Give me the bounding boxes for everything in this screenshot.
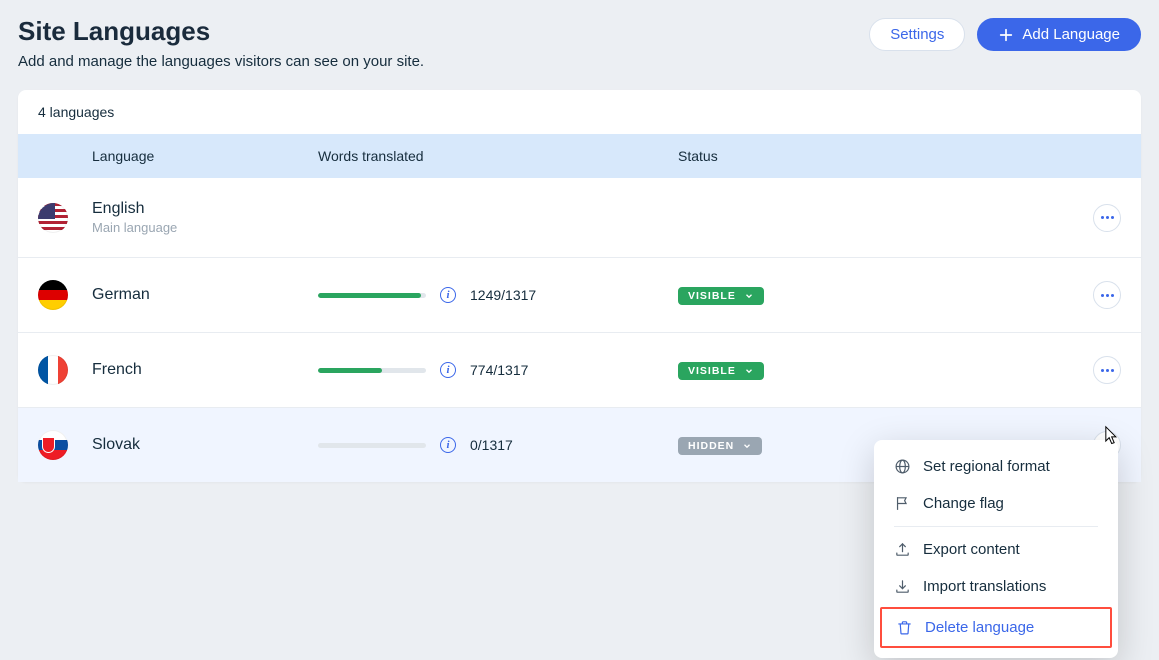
translated-count: 1249/1317 xyxy=(470,287,536,303)
import-icon xyxy=(894,578,911,595)
languages-card: 4 languages Language Words translated St… xyxy=(18,90,1141,482)
info-icon[interactable]: i xyxy=(440,437,456,453)
flag-icon xyxy=(38,280,68,310)
status-badge[interactable]: VISIBLE xyxy=(678,362,764,380)
translated-count: 0/1317 xyxy=(470,437,513,453)
menu-item-label: Delete language xyxy=(925,619,1034,636)
language-name: German xyxy=(92,286,318,304)
dots-icon xyxy=(1101,294,1114,297)
plus-icon xyxy=(998,27,1014,43)
table-row: French i 774/1317 VISIBLE xyxy=(18,333,1141,408)
page-subtitle: Add and manage the languages visitors ca… xyxy=(18,53,424,70)
status-label: HIDDEN xyxy=(688,440,734,452)
flag-icon xyxy=(38,355,68,385)
globe-icon xyxy=(894,458,911,475)
language-name: French xyxy=(92,361,318,379)
progress-bar xyxy=(318,443,426,448)
menu-change-flag[interactable]: Change flag xyxy=(874,485,1118,522)
dots-icon xyxy=(1101,216,1114,219)
menu-separator xyxy=(894,526,1098,527)
add-language-button[interactable]: Add Language xyxy=(977,18,1141,51)
column-words: Words translated xyxy=(318,148,678,164)
chevron-down-icon xyxy=(744,366,754,376)
chevron-down-icon xyxy=(742,441,752,451)
page-title: Site Languages xyxy=(18,16,424,47)
table-header: Language Words translated Status xyxy=(18,134,1141,178)
menu-item-label: Export content xyxy=(923,541,1020,558)
menu-import-translations[interactable]: Import translations xyxy=(874,568,1118,605)
menu-set-regional-format[interactable]: Set regional format xyxy=(874,448,1118,485)
menu-item-label: Change flag xyxy=(923,495,1004,512)
status-badge[interactable]: VISIBLE xyxy=(678,287,764,305)
row-more-button[interactable] xyxy=(1093,356,1121,384)
row-context-menu: Set regional format Change flag Export c… xyxy=(874,440,1118,658)
languages-count: 4 languages xyxy=(18,90,1141,134)
table-row: German i 1249/1317 VISIBLE xyxy=(18,258,1141,333)
status-label: VISIBLE xyxy=(688,365,736,377)
status-label: VISIBLE xyxy=(688,290,736,302)
status-badge[interactable]: HIDDEN xyxy=(678,437,762,455)
chevron-down-icon xyxy=(744,291,754,301)
menu-item-label: Set regional format xyxy=(923,458,1050,475)
info-icon[interactable]: i xyxy=(440,287,456,303)
flag-icon xyxy=(894,495,911,512)
cursor-icon xyxy=(1100,424,1120,448)
language-name: Slovak xyxy=(92,436,318,454)
flag-icon xyxy=(38,430,68,460)
menu-delete-language[interactable]: Delete language xyxy=(880,607,1112,648)
trash-icon xyxy=(896,619,913,636)
language-sub: Main language xyxy=(92,220,318,235)
menu-export-content[interactable]: Export content xyxy=(874,531,1118,568)
progress-bar xyxy=(318,368,426,373)
info-icon[interactable]: i xyxy=(440,362,456,378)
column-language: Language xyxy=(92,148,318,164)
dots-icon xyxy=(1101,369,1114,372)
language-name: English xyxy=(92,200,318,218)
progress-bar xyxy=(318,293,426,298)
row-more-button[interactable] xyxy=(1093,204,1121,232)
translated-count: 774/1317 xyxy=(470,362,528,378)
row-more-button[interactable] xyxy=(1093,281,1121,309)
menu-item-label: Import translations xyxy=(923,578,1046,595)
export-icon xyxy=(894,541,911,558)
settings-button[interactable]: Settings xyxy=(869,18,965,51)
add-language-label: Add Language xyxy=(1022,26,1120,43)
flag-icon xyxy=(38,203,68,233)
table-row: English Main language xyxy=(18,178,1141,258)
column-status: Status xyxy=(678,148,1073,164)
